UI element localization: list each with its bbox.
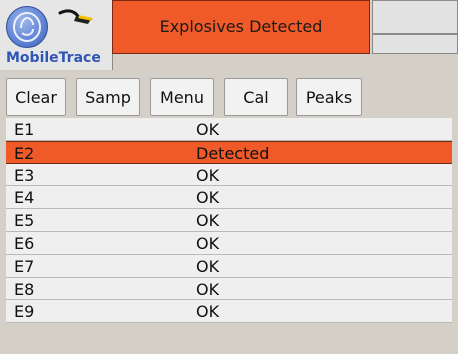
result-status: OK	[196, 165, 220, 185]
result-row[interactable]: E5 OK	[6, 209, 452, 232]
result-row[interactable]: E6 OK	[6, 231, 452, 255]
menu-button[interactable]: Menu	[150, 78, 214, 116]
result-id: E4	[14, 188, 35, 208]
clear-button-label: Clear	[15, 87, 57, 107]
result-status: OK	[196, 302, 220, 322]
result-status: Detected	[196, 143, 270, 163]
result-row[interactable]: E4 OK	[6, 186, 452, 210]
menu-button-label: Menu	[160, 87, 204, 107]
result-row[interactable]: E1 OK	[6, 118, 452, 141]
status-box-top	[372, 0, 458, 34]
result-id: E5	[14, 211, 35, 231]
peaks-button-label: Peaks	[305, 87, 353, 107]
result-row[interactable]: E9 OK	[6, 300, 452, 324]
status-box-bottom	[372, 34, 458, 54]
result-row[interactable]: E7 OK	[6, 254, 452, 278]
brand-panel: MobileTrace	[0, 0, 113, 70]
result-status: OK	[196, 211, 220, 231]
result-row[interactable]: E8 OK	[6, 277, 452, 301]
result-id: E1	[14, 120, 35, 139]
result-id: E8	[14, 279, 35, 299]
alert-text: Explosives Detected	[159, 17, 323, 36]
result-id: E9	[14, 302, 35, 322]
peaks-button[interactable]: Peaks	[296, 78, 362, 116]
toolbar: Clear Samp Menu Cal Peaks	[0, 70, 458, 116]
clear-button[interactable]: Clear	[6, 78, 66, 116]
result-status: OK	[196, 233, 220, 253]
cal-button-label: Cal	[243, 87, 269, 107]
result-id: E6	[14, 233, 35, 253]
result-id: E2	[14, 143, 35, 163]
result-status: OK	[196, 279, 220, 299]
result-status: OK	[196, 188, 220, 208]
plug-icon	[58, 8, 94, 28]
ge-logo	[6, 6, 48, 48]
brand-name: MobileTrace	[6, 50, 101, 66]
result-id: E7	[14, 256, 35, 276]
alert-banner: Explosives Detected	[112, 0, 370, 54]
header: MobileTrace Explosives Detected	[0, 0, 458, 70]
result-row[interactable]: E3 OK	[6, 163, 452, 187]
results-list: E1 OK E2 Detected E3 OK E4 OK E5 OK E6 O…	[6, 118, 452, 348]
samp-button[interactable]: Samp	[76, 78, 140, 116]
result-status: OK	[196, 120, 220, 139]
samp-button-label: Samp	[85, 87, 131, 107]
result-status: OK	[196, 256, 220, 276]
result-row-detected[interactable]: E2 Detected	[6, 140, 452, 164]
cal-button[interactable]: Cal	[224, 78, 288, 116]
result-id: E3	[14, 165, 35, 185]
mobiletrace-screen: MobileTrace Explosives Detected Clear Sa…	[0, 0, 458, 354]
